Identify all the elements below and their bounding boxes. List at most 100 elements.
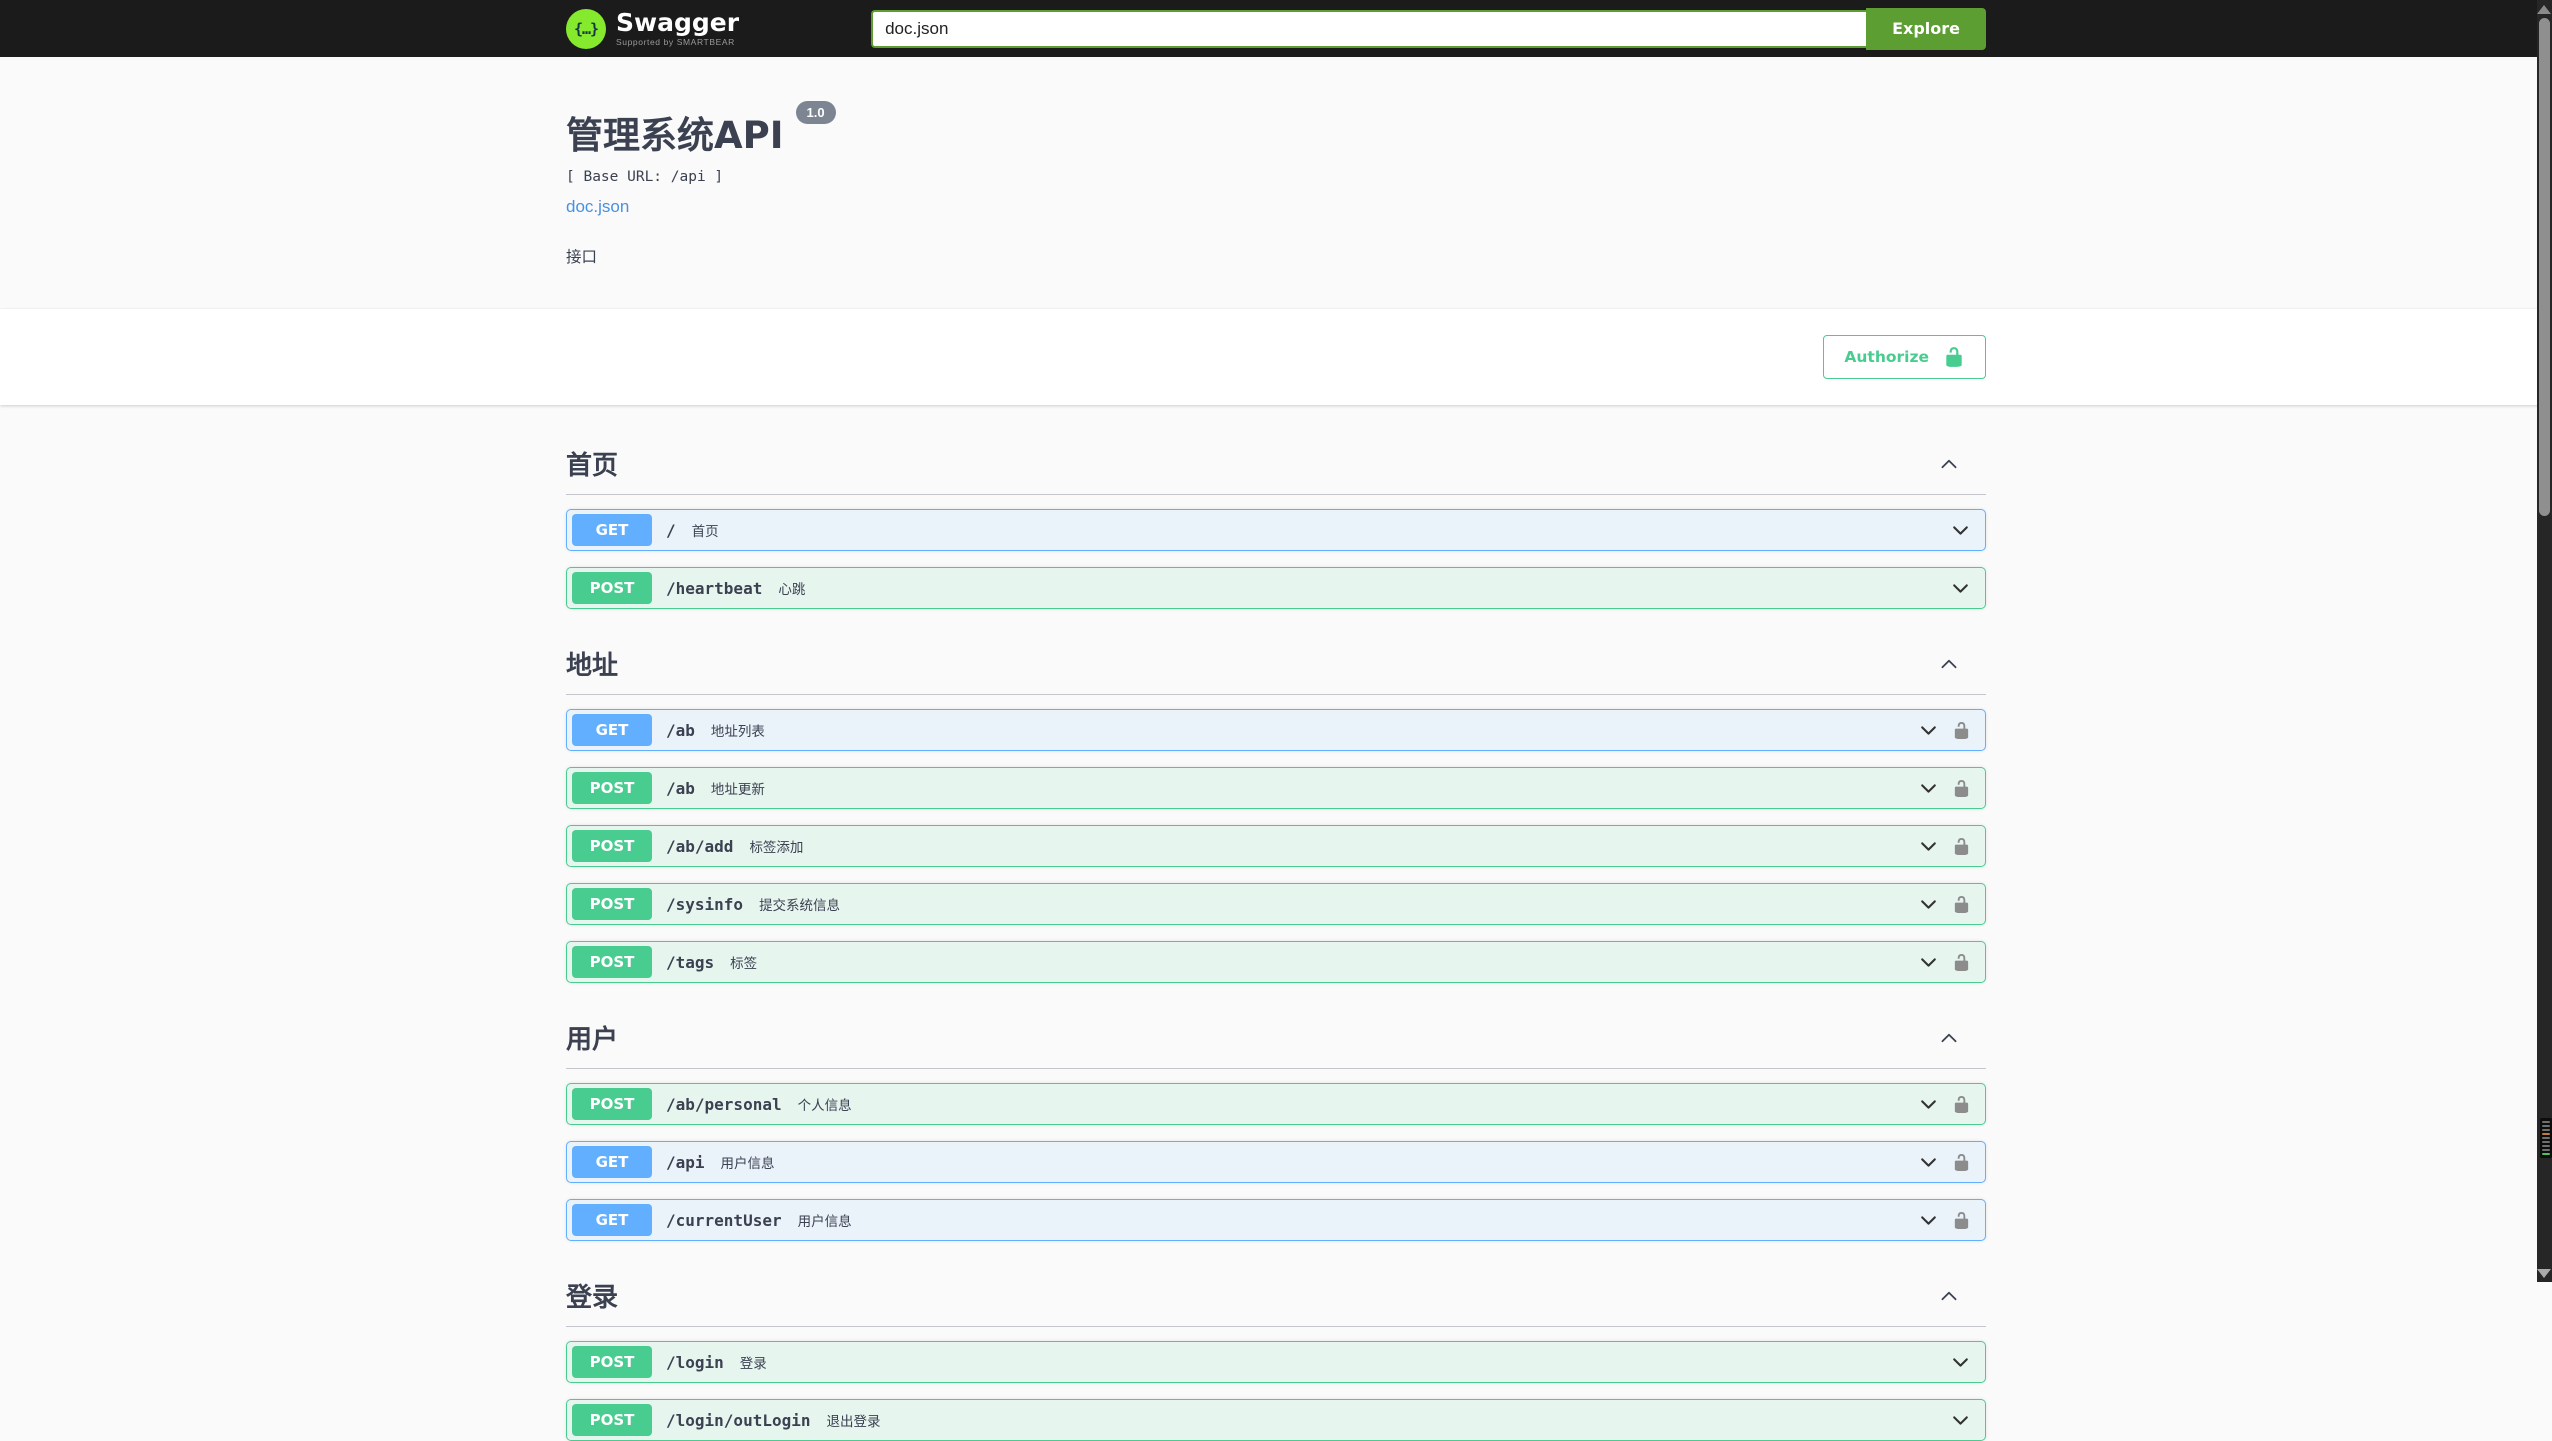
- operation-path: /api: [666, 1152, 705, 1172]
- operation-path: /ab/personal: [666, 1094, 782, 1114]
- lock-icon[interactable]: [1952, 895, 1971, 914]
- tag-header[interactable]: 登录: [566, 1267, 1986, 1327]
- lock-icon[interactable]: [1952, 953, 1971, 972]
- method-badge: POST: [572, 572, 652, 604]
- operation-path: /ab/add: [666, 836, 734, 856]
- api-title-text: 管理系统API: [566, 114, 784, 157]
- operation-path: /login: [666, 1352, 724, 1372]
- operations-list: 首页 GET / 首页 POST /heartbeat 心跳 地址 GET /a…: [566, 405, 1986, 1441]
- brand-subtitle: Supported by SMARTBEAR: [616, 37, 735, 48]
- chevron-down-icon[interactable]: [1918, 1152, 1939, 1173]
- lock-icon[interactable]: [1952, 779, 1971, 798]
- chevron-down-icon[interactable]: [1918, 720, 1939, 741]
- chevron-down-icon[interactable]: [1918, 894, 1939, 915]
- operation-summary: 地址更新: [710, 782, 765, 797]
- method-badge: GET: [572, 514, 652, 546]
- info-section: 管理系统API 1.0 [ Base URL: /api ] doc.json …: [0, 57, 2552, 309]
- operation-row[interactable]: POST /login/outLogin 退出登录: [566, 1399, 1986, 1441]
- operation-path: /heartbeat: [666, 578, 763, 598]
- api-title: 管理系统API 1.0: [566, 101, 1986, 159]
- tag-title: 登录: [566, 1283, 619, 1313]
- method-badge: GET: [572, 1204, 652, 1236]
- authorize-label: Authorize: [1844, 348, 1929, 366]
- scheme-container: Authorize: [0, 309, 2552, 405]
- method-badge: POST: [572, 830, 652, 862]
- version-badge: 1.0: [795, 101, 836, 124]
- base-url: [ Base URL: /api ]: [566, 169, 724, 185]
- chevron-down-icon[interactable]: [1950, 520, 1971, 541]
- api-description: 接口: [566, 249, 598, 266]
- tag-title: 首页: [566, 451, 619, 481]
- operation-row[interactable]: POST /tags 标签: [566, 941, 1986, 983]
- operation-summary: 提交系统信息: [759, 898, 841, 913]
- method-badge: GET: [572, 714, 652, 746]
- chevron-down-icon[interactable]: [1918, 836, 1939, 857]
- operation-row[interactable]: POST /ab/add 标签添加: [566, 825, 1986, 867]
- lock-icon[interactable]: [1952, 1153, 1971, 1172]
- chevron-down-icon[interactable]: [1950, 578, 1971, 599]
- method-badge: POST: [572, 888, 652, 920]
- topbar: {…} Swagger Supported by SMARTBEAR Explo…: [0, 0, 2552, 57]
- chevron-up-icon[interactable]: [1938, 1285, 1960, 1307]
- operation-row[interactable]: POST /heartbeat 心跳: [566, 567, 1986, 609]
- operation-row[interactable]: POST /ab 地址更新: [566, 767, 1986, 809]
- operation-row[interactable]: GET /api 用户信息: [566, 1141, 1986, 1183]
- lock-icon[interactable]: [1952, 1095, 1971, 1114]
- operation-summary: 首页: [691, 524, 719, 539]
- operation-summary: 地址列表: [710, 724, 765, 739]
- method-badge: GET: [572, 1146, 652, 1178]
- lock-icon[interactable]: [1952, 837, 1971, 856]
- method-badge: POST: [572, 772, 652, 804]
- operation-path: /currentUser: [666, 1210, 782, 1230]
- scrollbar-down-arrow-icon[interactable]: [2537, 1269, 2551, 1278]
- operation-path: /sysinfo: [666, 894, 744, 914]
- operation-path: /tags: [666, 952, 715, 972]
- scrollbar-track[interactable]: [2537, 0, 2552, 1282]
- operation-summary: 个人信息: [797, 1098, 852, 1113]
- scroll-minimap: [2540, 1118, 2552, 1158]
- tag-header[interactable]: 地址: [566, 635, 1986, 695]
- brand-title: Swagger: [616, 8, 740, 38]
- tag-section: 地址 GET /ab 地址列表 POST /ab 地址更新 POST /ab/a…: [566, 625, 1986, 983]
- operation-row[interactable]: POST /sysinfo 提交系统信息: [566, 883, 1986, 925]
- spec-url-input[interactable]: [871, 9, 1867, 48]
- chevron-down-icon[interactable]: [1918, 778, 1939, 799]
- operation-row[interactable]: POST /ab/personal 个人信息: [566, 1083, 1986, 1125]
- explore-button[interactable]: Explore: [1866, 7, 1986, 50]
- operation-row[interactable]: GET / 首页: [566, 509, 1986, 551]
- chevron-down-icon[interactable]: [1918, 952, 1939, 973]
- operation-summary: 标签添加: [749, 840, 804, 855]
- operation-summary: 登录: [739, 1356, 767, 1371]
- operation-summary: 标签: [730, 956, 758, 971]
- chevron-down-icon[interactable]: [1950, 1352, 1971, 1373]
- lock-icon[interactable]: [1952, 1211, 1971, 1230]
- operation-summary: 用户信息: [797, 1214, 852, 1229]
- tag-header[interactable]: 用户: [566, 1009, 1986, 1069]
- operation-row[interactable]: POST /login 登录: [566, 1341, 1986, 1383]
- chevron-up-icon[interactable]: [1938, 1027, 1960, 1049]
- chevron-up-icon[interactable]: [1938, 453, 1960, 475]
- operation-summary: 心跳: [778, 582, 806, 597]
- tag-section: 用户 POST /ab/personal 个人信息 GET /api 用户信息 …: [566, 999, 1986, 1241]
- authorize-button[interactable]: Authorize: [1823, 335, 1986, 379]
- tag-section: 首页 GET / 首页 POST /heartbeat 心跳: [566, 425, 1986, 609]
- operation-path: /login/outLogin: [666, 1410, 811, 1430]
- tag-section: 登录 POST /login 登录 POST /login/outLogin 退…: [566, 1257, 1986, 1441]
- scrollbar-thumb[interactable]: [2539, 18, 2550, 516]
- chevron-down-icon[interactable]: [1918, 1094, 1939, 1115]
- swagger-logo[interactable]: {…} Swagger Supported by SMARTBEAR: [566, 8, 740, 49]
- method-badge: POST: [572, 1346, 652, 1378]
- spec-link[interactable]: doc.json: [566, 197, 629, 217]
- chevron-up-icon[interactable]: [1938, 653, 1960, 675]
- chevron-down-icon[interactable]: [1918, 1210, 1939, 1231]
- operation-summary: 用户信息: [720, 1156, 775, 1171]
- lock-icon[interactable]: [1952, 721, 1971, 740]
- tag-header[interactable]: 首页: [566, 435, 1986, 495]
- scrollbar-up-arrow-icon[interactable]: [2537, 5, 2551, 14]
- tag-title: 用户: [566, 1025, 619, 1055]
- method-badge: POST: [572, 946, 652, 978]
- operation-row[interactable]: GET /ab 地址列表: [566, 709, 1986, 751]
- operation-row[interactable]: GET /currentUser 用户信息: [566, 1199, 1986, 1241]
- chevron-down-icon[interactable]: [1950, 1410, 1971, 1431]
- spec-url-bar: Explore: [871, 7, 1986, 50]
